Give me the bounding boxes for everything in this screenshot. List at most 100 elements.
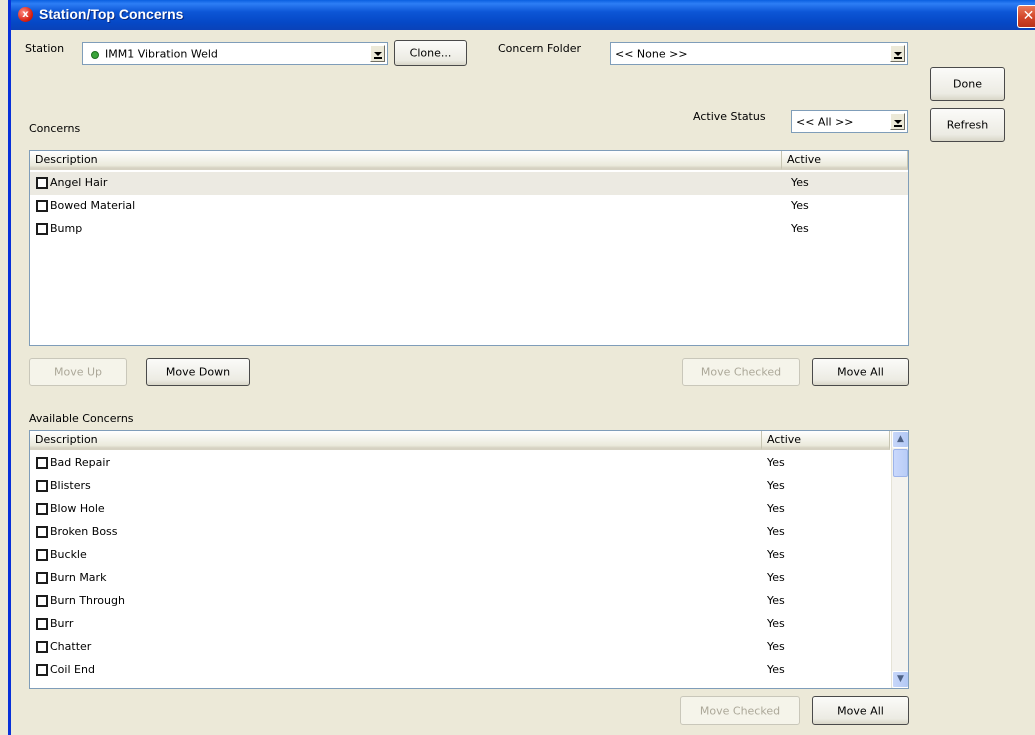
station-value: IMM1 Vibration Weld <box>105 47 218 60</box>
concern-folder-value: << None >> <box>615 47 688 60</box>
active-status-value: << All >> <box>796 115 854 128</box>
concern-folder-select[interactable]: << None >> <box>610 42 908 65</box>
concerns-list[interactable]: Description Active Angel Hair Yes Bowed … <box>29 150 909 346</box>
move-down-button[interactable]: Move Down <box>146 358 250 386</box>
row-active: Yes <box>767 571 785 584</box>
app-icon: x <box>18 7 33 22</box>
list-item[interactable]: Bowed Material Yes <box>30 195 908 218</box>
concern-folder-label: Concern Folder <box>498 42 581 55</box>
concerns-section-title: Concerns <box>29 122 81 135</box>
row-active: Yes <box>767 640 785 653</box>
row-description: Bump <box>50 222 83 235</box>
row-checkbox[interactable] <box>36 177 48 189</box>
list-item[interactable]: Blisters Yes <box>30 475 908 498</box>
station-select[interactable]: IMM1 Vibration Weld <box>82 42 388 65</box>
row-checkbox[interactable] <box>36 200 48 212</box>
row-active: Yes <box>767 663 785 676</box>
concerns-description-header[interactable]: Description <box>30 151 782 170</box>
row-description: Bad Repair <box>50 456 110 469</box>
row-checkbox[interactable] <box>36 595 48 607</box>
available-concerns-section-title: Available Concerns <box>29 412 134 425</box>
done-button[interactable]: Done <box>930 67 1005 101</box>
row-active: Yes <box>791 222 809 235</box>
row-active: Yes <box>767 594 785 607</box>
list-item[interactable]: Bad Repair Yes <box>30 452 908 475</box>
row-description: Broken Boss <box>50 525 118 538</box>
row-checkbox[interactable] <box>36 549 48 561</box>
concerns-move-all-label: Move All <box>837 365 884 379</box>
available-move-checked-button[interactable]: Move Checked <box>680 696 800 725</box>
station-label: Station <box>25 42 65 55</box>
clone-button-label: Clone... <box>409 46 452 60</box>
list-item[interactable]: Bump Yes <box>30 218 908 241</box>
list-item[interactable]: Burn Through Yes <box>30 590 908 613</box>
row-active: Yes <box>767 502 785 515</box>
concerns-move-checked-button[interactable]: Move Checked <box>682 358 800 386</box>
row-checkbox[interactable] <box>36 641 48 653</box>
row-active: Yes <box>791 199 809 212</box>
close-button[interactable]: ✕ <box>1017 5 1035 28</box>
move-up-button[interactable]: Move Up <box>29 358 127 386</box>
row-active: Yes <box>791 176 809 189</box>
row-checkbox[interactable] <box>36 223 48 235</box>
station-status-dot <box>91 50 99 59</box>
row-description: Blisters <box>50 479 91 492</box>
row-active: Yes <box>767 456 785 469</box>
row-description: Chatter <box>50 640 92 653</box>
row-checkbox[interactable] <box>36 526 48 538</box>
row-description: Coil End <box>50 663 95 676</box>
row-active: Yes <box>767 548 785 561</box>
row-checkbox[interactable] <box>36 664 48 676</box>
list-item[interactable]: Burr Yes <box>30 613 908 636</box>
available-move-checked-label: Move Checked <box>699 704 781 717</box>
chevron-down-icon[interactable] <box>890 113 905 130</box>
concerns-move-all-button[interactable]: Move All <box>812 358 909 386</box>
row-description: Bowed Material <box>50 199 136 212</box>
refresh-button[interactable]: Refresh <box>930 108 1005 142</box>
move-down-label: Move Down <box>165 365 231 379</box>
list-item[interactable]: Angel Hair Yes <box>30 172 908 195</box>
available-concerns-list[interactable]: Description Active Bad Repair Yes Bliste… <box>29 430 909 689</box>
scroll-thumb[interactable] <box>893 449 908 477</box>
list-item[interactable]: Buckle Yes <box>30 544 908 567</box>
row-checkbox[interactable] <box>36 503 48 515</box>
move-up-label: Move Up <box>53 365 103 379</box>
clone-button[interactable]: Clone... <box>394 40 467 66</box>
list-item[interactable]: Broken Boss Yes <box>30 521 908 544</box>
station-top-concerns-window: x Station/Top Concerns ✕ Station IMM1 Vi… <box>8 0 1035 735</box>
list-item[interactable]: Coil End Yes <box>30 659 908 682</box>
list-item[interactable]: Blow Hole Yes <box>30 498 908 521</box>
available-move-all-label: Move All <box>837 704 884 717</box>
scroll-up-button[interactable]: ▲ <box>892 431 908 448</box>
list-item[interactable]: Chatter Yes <box>30 636 908 659</box>
row-description: Angel Hair <box>50 176 108 189</box>
row-checkbox[interactable] <box>36 457 48 469</box>
concerns-active-header[interactable]: Active <box>782 151 908 170</box>
window-title: Station/Top Concerns <box>39 6 184 22</box>
scroll-down-button[interactable]: ▼ <box>892 671 908 688</box>
title-bar[interactable]: x Station/Top Concerns ✕ <box>11 0 1035 30</box>
row-checkbox[interactable] <box>36 618 48 630</box>
active-status-select[interactable]: << All >> <box>791 110 908 133</box>
concerns-move-checked-label: Move Checked <box>700 365 782 379</box>
active-status-label: Active Status <box>693 110 766 123</box>
done-button-label: Done <box>953 77 982 91</box>
row-active: Yes <box>767 479 785 492</box>
row-checkbox[interactable] <box>36 572 48 584</box>
row-description: Blow Hole <box>50 502 105 515</box>
list-item[interactable]: Burn Mark Yes <box>30 567 908 590</box>
available-active-header[interactable]: Active <box>762 431 890 450</box>
row-description: Burn Mark <box>50 571 107 584</box>
refresh-button-label: Refresh <box>946 118 989 132</box>
chevron-down-icon[interactable] <box>890 45 905 62</box>
row-active: Yes <box>767 525 785 538</box>
available-move-all-button[interactable]: Move All <box>812 696 909 725</box>
row-checkbox[interactable] <box>36 480 48 492</box>
available-description-header[interactable]: Description <box>30 431 762 450</box>
vertical-scrollbar[interactable]: ▲ ▼ <box>891 431 908 688</box>
row-description: Burr <box>50 617 74 630</box>
row-description: Buckle <box>50 548 87 561</box>
row-description: Burn Through <box>50 594 125 607</box>
chevron-down-icon[interactable] <box>370 45 385 62</box>
row-active: Yes <box>767 617 785 630</box>
